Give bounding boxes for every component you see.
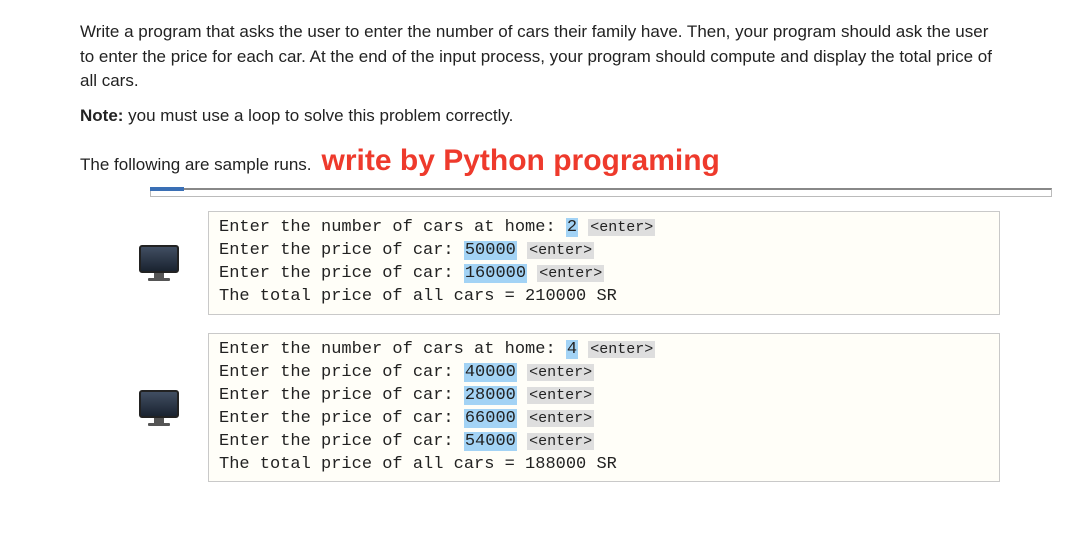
monitor-icon — [140, 390, 178, 426]
scroll-bar-decoration — [150, 188, 1052, 197]
enter-key: <enter> — [527, 410, 594, 427]
line: Enter the price of car: 50000 <enter> — [219, 241, 594, 260]
line: Enter the price of car: 160000 <enter> — [219, 264, 604, 283]
sample-lead: The following are sample runs. — [80, 153, 312, 178]
enter-key: <enter> — [527, 433, 594, 450]
user-input: 50000 — [464, 241, 517, 260]
sample-run-1: Enter the number of cars at home: 2 <ent… — [140, 211, 1000, 315]
enter-key: <enter> — [537, 265, 604, 282]
sample-run-2: Enter the number of cars at home: 4 <ent… — [140, 333, 1000, 483]
line: The total price of all cars = 210000 SR — [219, 287, 617, 306]
enter-key: <enter> — [527, 387, 594, 404]
user-input: 54000 — [464, 432, 517, 451]
line: Enter the price of car: 40000 <enter> — [219, 363, 594, 382]
line: Enter the price of car: 28000 <enter> — [219, 386, 594, 405]
problem-statement: Write a program that asks the user to en… — [80, 20, 1000, 182]
monitor-icon — [140, 245, 178, 281]
user-input: 40000 — [464, 363, 517, 382]
user-input: 4 — [566, 340, 578, 359]
user-input: 66000 — [464, 409, 517, 428]
enter-key: <enter> — [527, 242, 594, 259]
note-label: Note: — [80, 106, 123, 125]
line: Enter the number of cars at home: 2 <ent… — [219, 218, 655, 237]
console-output-2: Enter the number of cars at home: 4 <ent… — [208, 333, 1000, 483]
divider — [80, 188, 1000, 197]
enter-key: <enter> — [527, 364, 594, 381]
sample-heading-row: The following are sample runs. write by … — [80, 139, 1000, 183]
user-input: 28000 — [464, 386, 517, 405]
line: Enter the number of cars at home: 4 <ent… — [219, 340, 655, 359]
user-input: 160000 — [464, 264, 527, 283]
problem-note: Note: you must use a loop to solve this … — [80, 104, 1000, 129]
console-output-1: Enter the number of cars at home: 2 <ent… — [208, 211, 1000, 315]
line: Enter the price of car: 54000 <enter> — [219, 432, 594, 451]
enter-key: <enter> — [588, 341, 655, 358]
enter-key: <enter> — [588, 219, 655, 236]
headline: write by Python programing — [322, 139, 720, 183]
user-input: 2 — [566, 218, 578, 237]
note-text: you must use a loop to solve this proble… — [123, 106, 513, 125]
problem-paragraph: Write a program that asks the user to en… — [80, 20, 1000, 94]
line: The total price of all cars = 188000 SR — [219, 455, 617, 474]
line: Enter the price of car: 66000 <enter> — [219, 409, 594, 428]
